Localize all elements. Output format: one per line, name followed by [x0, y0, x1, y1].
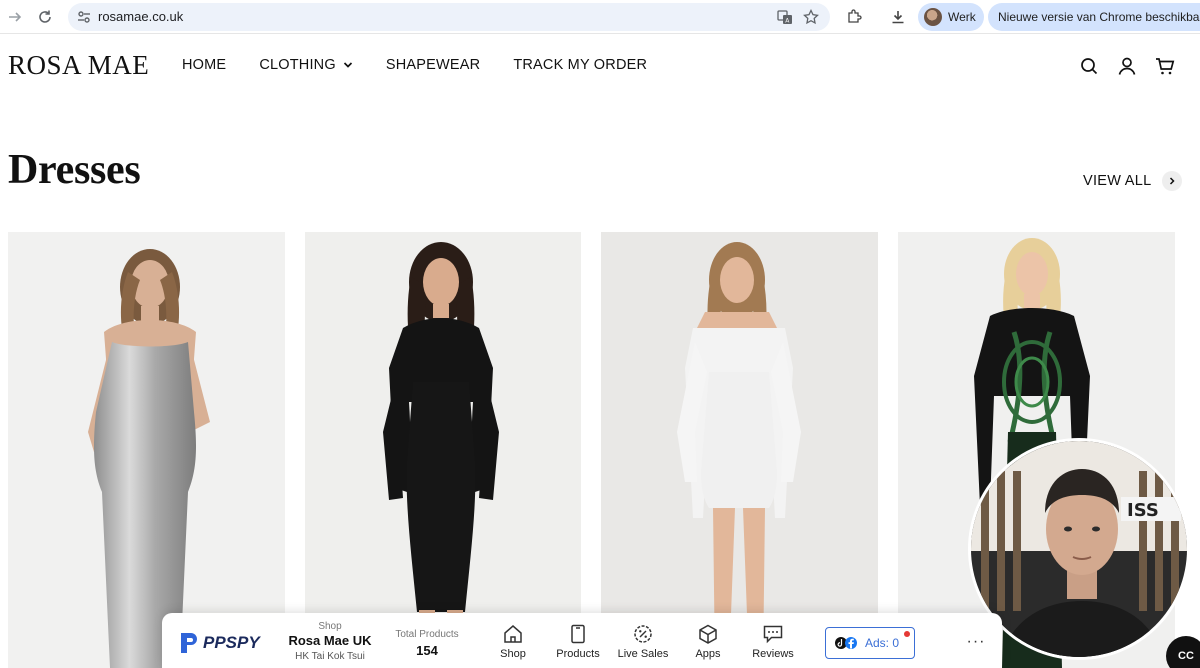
- ppspy-tab-live-sales[interactable]: Live Sales: [611, 624, 675, 660]
- cube-icon: [699, 624, 717, 644]
- forward-icon[interactable]: [4, 6, 26, 28]
- chat-icon: [763, 625, 783, 644]
- nav-clothing[interactable]: CLOTHING: [259, 57, 353, 73]
- nav-shapewear-label: SHAPEWEAR: [385, 57, 481, 73]
- more-options-button[interactable]: ···: [962, 631, 990, 653]
- search-icon[interactable]: [1078, 55, 1100, 77]
- view-all-link[interactable]: VIEW ALL: [1083, 171, 1182, 191]
- product-image: [8, 232, 285, 668]
- browser-toolbar: rosamae.co.uk A Werk Nieuwe versie van C…: [0, 0, 1200, 34]
- account-icon[interactable]: [1116, 55, 1138, 77]
- download-icon[interactable]: [887, 6, 909, 28]
- profile-label: Werk: [948, 10, 976, 24]
- ads-button[interactable]: Ads: 0: [825, 627, 915, 659]
- total-products-label: Total Products: [395, 629, 459, 640]
- shop-name: Rosa Mae UK: [288, 633, 372, 648]
- ppspy-tab-apps-label: Apps: [695, 648, 721, 660]
- product-image: [601, 232, 878, 668]
- total-products: Total Products 154: [386, 629, 468, 658]
- main-navigation: HOME CLOTHING SHAPEWEAR TRACK MY ORDER: [182, 57, 680, 73]
- ppspy-logo-icon: [181, 633, 197, 653]
- site-settings-icon[interactable]: [76, 9, 92, 25]
- cart-icon[interactable]: [1154, 55, 1176, 77]
- notification-dot: [904, 631, 910, 637]
- ppspy-logo[interactable]: PPSPY: [179, 631, 260, 655]
- nav-clothing-label: CLOTHING: [259, 57, 336, 73]
- product-image: [305, 232, 581, 668]
- url-text: rosamae.co.uk: [98, 9, 184, 24]
- total-products-value: 154: [416, 643, 438, 658]
- ppspy-toolbar: PPSPY Shop Rosa Mae UK HK Tai Kok Tsui T…: [162, 613, 1002, 668]
- svg-text:ISS: ISS: [1127, 500, 1159, 521]
- product-card[interactable]: [305, 232, 581, 668]
- reload-icon[interactable]: [34, 6, 56, 28]
- shop-label: Shop: [318, 621, 342, 632]
- ppspy-tab-apps[interactable]: Apps: [676, 624, 740, 660]
- section-title: Dresses: [8, 147, 141, 193]
- translate-icon[interactable]: A: [776, 8, 794, 26]
- profile-button[interactable]: Werk: [918, 3, 984, 31]
- discount-badge-icon: [634, 625, 652, 643]
- avatar: [924, 8, 942, 26]
- extensions-icon[interactable]: [843, 6, 865, 28]
- view-all-label: VIEW ALL: [1083, 173, 1152, 189]
- chevron-right-icon: [1161, 171, 1182, 191]
- ppspy-tab-shop-label: Shop: [500, 648, 526, 660]
- ppspy-tab-products-label: Products: [556, 648, 600, 660]
- ppspy-tab-reviews-label: Reviews: [752, 648, 794, 660]
- chevron-down-icon: [343, 62, 352, 68]
- address-bar[interactable]: rosamae.co.uk A: [68, 3, 830, 31]
- captions-button[interactable]: CC: [1166, 636, 1200, 668]
- chrome-update-button[interactable]: Nieuwe versie van Chrome beschikbaar: [988, 3, 1200, 31]
- shop-location: HK Tai Kok Tsui: [295, 651, 365, 662]
- presenter-video: ISS: [971, 441, 1187, 657]
- ads-label: Ads: 0: [865, 636, 900, 650]
- shop-info: Shop Rosa Mae UK HK Tai Kok Tsui: [278, 621, 382, 662]
- ppspy-tab-live-sales-label: Live Sales: [617, 648, 669, 660]
- product-card[interactable]: [601, 232, 878, 668]
- ppspy-tab-shop[interactable]: Shop: [481, 624, 545, 660]
- nav-track-label: TRACK MY ORDER: [513, 57, 648, 73]
- nav-home-label: HOME: [182, 57, 227, 73]
- tiktok-facebook-icon: [835, 637, 857, 649]
- product-card[interactable]: [8, 232, 285, 668]
- ppspy-tab-products[interactable]: Products: [546, 624, 610, 660]
- ppspy-brand-label: PPSPY: [203, 633, 260, 652]
- nav-home[interactable]: HOME: [182, 57, 226, 73]
- nav-track-order[interactable]: TRACK MY ORDER: [513, 57, 647, 73]
- home-icon: [504, 625, 522, 643]
- nav-shapewear[interactable]: SHAPEWEAR: [386, 57, 480, 73]
- tablet-icon: [571, 624, 585, 644]
- ppspy-tab-reviews[interactable]: Reviews: [741, 624, 805, 660]
- site-logo[interactable]: ROSA MAE: [8, 50, 149, 81]
- bookmark-star-icon[interactable]: [802, 8, 820, 26]
